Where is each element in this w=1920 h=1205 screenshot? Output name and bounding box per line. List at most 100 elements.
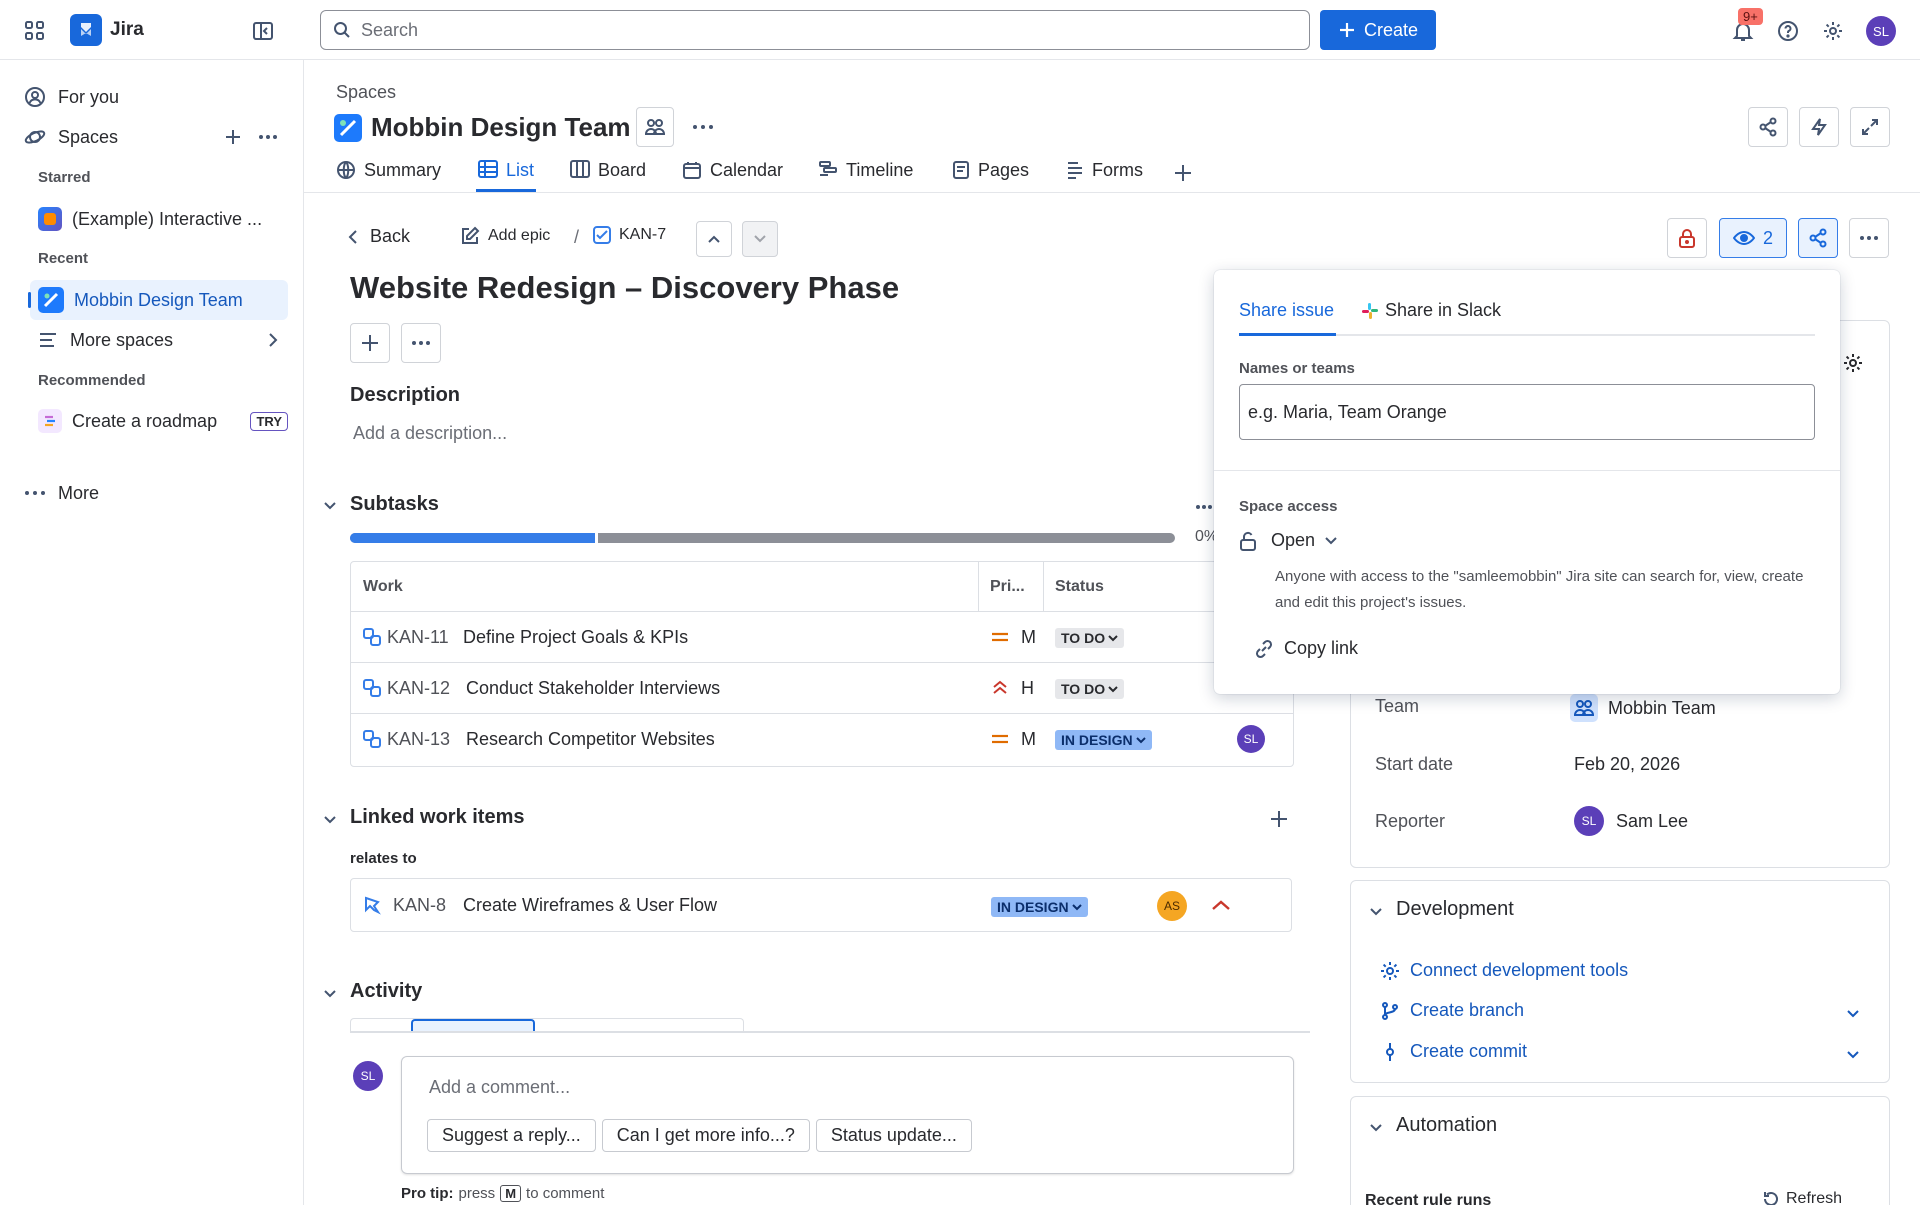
settings-icon[interactable]: [1820, 18, 1846, 44]
subtasks-more-icon[interactable]: [1194, 502, 1214, 512]
suggestion-chip[interactable]: Can I get more info...?: [601, 1119, 810, 1152]
subtask-key[interactable]: KAN-13: [387, 729, 450, 750]
details-settings-icon[interactable]: [1842, 352, 1864, 374]
create-branch-link[interactable]: Create branch: [1380, 1000, 1524, 1021]
status-lozenge[interactable]: TO DO: [1055, 628, 1125, 648]
header-priority[interactable]: Pri...: [990, 578, 1025, 596]
tab-share-slack[interactable]: Share in Slack: [1361, 300, 1501, 321]
tab-board[interactable]: Board: [570, 160, 646, 192]
tab-forms[interactable]: Forms: [1066, 160, 1143, 192]
development-chevron-icon[interactable]: [1366, 902, 1386, 922]
table-row[interactable]: KAN-11 Define Project Goals & KPIs M TO …: [351, 612, 1293, 663]
sidebar-item-starred[interactable]: (Example) Interactive ...: [38, 204, 288, 234]
subtask-summary[interactable]: Research Competitor Websites: [466, 729, 715, 750]
user-avatar[interactable]: SL: [1866, 16, 1896, 46]
share-button[interactable]: [1798, 218, 1838, 258]
tab-summary[interactable]: Summary: [336, 160, 441, 192]
jira-logo[interactable]: [70, 14, 102, 46]
sidebar-item-more-spaces[interactable]: More spaces: [38, 325, 288, 355]
add-child-button[interactable]: [350, 323, 390, 363]
assignee-avatar[interactable]: AS: [1157, 891, 1187, 921]
header-status[interactable]: Status: [1055, 578, 1104, 596]
sidebar-item-label: For you: [58, 86, 120, 107]
progress-fill: [350, 533, 598, 543]
issue-actions-button[interactable]: [401, 323, 441, 363]
spaces-more-icon[interactable]: [256, 126, 280, 148]
linked-chevron-icon[interactable]: [320, 810, 340, 830]
commit-chevron-down-icon[interactable]: [1843, 1045, 1863, 1065]
help-icon[interactable]: [1775, 18, 1801, 44]
space-more-icon[interactable]: [690, 118, 716, 136]
header-work[interactable]: Work: [363, 578, 403, 596]
status-lozenge[interactable]: IN DESIGN: [1055, 730, 1152, 750]
add-tab-icon[interactable]: [1172, 162, 1194, 184]
refresh-button[interactable]: Refresh: [1762, 1190, 1842, 1205]
watch-button[interactable]: 2: [1719, 218, 1787, 258]
reporter-field[interactable]: SL Sam Lee: [1574, 806, 1688, 836]
subtasks-chevron-icon[interactable]: [320, 496, 340, 516]
share-space-button[interactable]: [1748, 107, 1788, 147]
search-box[interactable]: Search: [320, 10, 1310, 50]
comment-placeholder[interactable]: Add a comment...: [429, 1077, 570, 1098]
suggestion-chip[interactable]: Suggest a reply...: [427, 1119, 596, 1152]
team-button[interactable]: [636, 107, 674, 147]
copy-link-button[interactable]: Copy link: [1254, 638, 1358, 659]
issue-key-link[interactable]: KAN-7: [593, 226, 666, 244]
sidebar-item-roadmap[interactable]: Create a roadmap TRY: [38, 406, 288, 436]
tab-pages[interactable]: Pages: [952, 160, 1029, 192]
add-link-icon[interactable]: [1268, 808, 1290, 830]
subtask-summary[interactable]: Conduct Stakeholder Interviews: [466, 678, 720, 699]
table-row[interactable]: KAN-12 Conduct Stakeholder Interviews H …: [351, 663, 1293, 714]
fullscreen-button[interactable]: [1850, 107, 1890, 147]
access-dropdown[interactable]: Open: [1239, 530, 1337, 551]
assignee-avatar[interactable]: SL: [1237, 725, 1265, 753]
branch-chevron-down-icon[interactable]: [1843, 1004, 1863, 1024]
create-button[interactable]: Create: [1320, 10, 1436, 50]
page-title: Mobbin Design Team: [371, 112, 631, 142]
back-button[interactable]: Back: [348, 226, 410, 247]
sidebar-item-label: More spaces: [70, 329, 174, 350]
activity-tabs-strip[interactable]: [350, 1018, 744, 1032]
issue-more-button[interactable]: [1849, 218, 1889, 258]
linked-key[interactable]: KAN-8: [393, 895, 446, 916]
tab-timeline[interactable]: Timeline: [818, 160, 913, 192]
add-epic-button[interactable]: Add epic: [460, 226, 550, 246]
activity-chevron-icon[interactable]: [320, 984, 340, 1004]
create-commit-link[interactable]: Create commit: [1380, 1041, 1527, 1062]
chevron-right-icon: [268, 332, 278, 348]
page-icon: [952, 160, 970, 180]
suggestion-chip[interactable]: Status update...: [815, 1119, 972, 1152]
tab-calendar[interactable]: Calendar: [682, 160, 783, 192]
start-date-value[interactable]: Feb 20, 2026: [1574, 754, 1680, 775]
next-issue-button[interactable]: [742, 221, 778, 257]
issue-title[interactable]: Website Redesign – Discovery Phase: [350, 270, 899, 306]
linked-item-row[interactable]: KAN-8 Create Wireframes & User Flow IN D…: [350, 878, 1292, 932]
restrict-button[interactable]: [1667, 218, 1707, 258]
previous-issue-button[interactable]: [696, 221, 732, 257]
connect-dev-tools-link[interactable]: Connect development tools: [1380, 960, 1628, 981]
breadcrumb[interactable]: Spaces: [336, 82, 396, 103]
team-field[interactable]: Mobbin Team: [1570, 694, 1716, 722]
sidebar-item-spaces[interactable]: Spaces: [24, 122, 224, 152]
description-field[interactable]: Add a description...: [353, 423, 507, 444]
linked-summary[interactable]: Create Wireframes & User Flow: [463, 895, 717, 916]
sidebar-item-recent-active[interactable]: Mobbin Design Team: [28, 280, 288, 320]
sidebar-item-more[interactable]: More: [24, 478, 224, 508]
subtask-key[interactable]: KAN-12: [387, 678, 450, 699]
eye-icon: [1732, 231, 1755, 245]
subtask-key[interactable]: KAN-11: [387, 627, 449, 648]
tab-list[interactable]: List: [476, 160, 537, 192]
status-lozenge[interactable]: TO DO: [1055, 679, 1125, 699]
automation-button[interactable]: [1799, 107, 1839, 147]
tab-share-issue[interactable]: Share issue: [1239, 300, 1337, 336]
collapse-sidebar-icon[interactable]: [250, 18, 276, 44]
sidebar-item-for-you[interactable]: For you: [24, 82, 288, 112]
table-row[interactable]: KAN-13 Research Competitor Websites M IN…: [351, 714, 1293, 765]
names-input[interactable]: e.g. Maria, Team Orange: [1239, 384, 1815, 440]
comment-box[interactable]: Add a comment... Suggest a reply... Can …: [401, 1056, 1294, 1174]
automation-chevron-icon[interactable]: [1366, 1118, 1386, 1138]
subtask-summary[interactable]: Define Project Goals & KPIs: [463, 627, 688, 648]
status-lozenge[interactable]: IN DESIGN: [991, 897, 1088, 917]
app-switcher-icon[interactable]: [22, 18, 48, 44]
add-space-icon[interactable]: [222, 126, 244, 148]
